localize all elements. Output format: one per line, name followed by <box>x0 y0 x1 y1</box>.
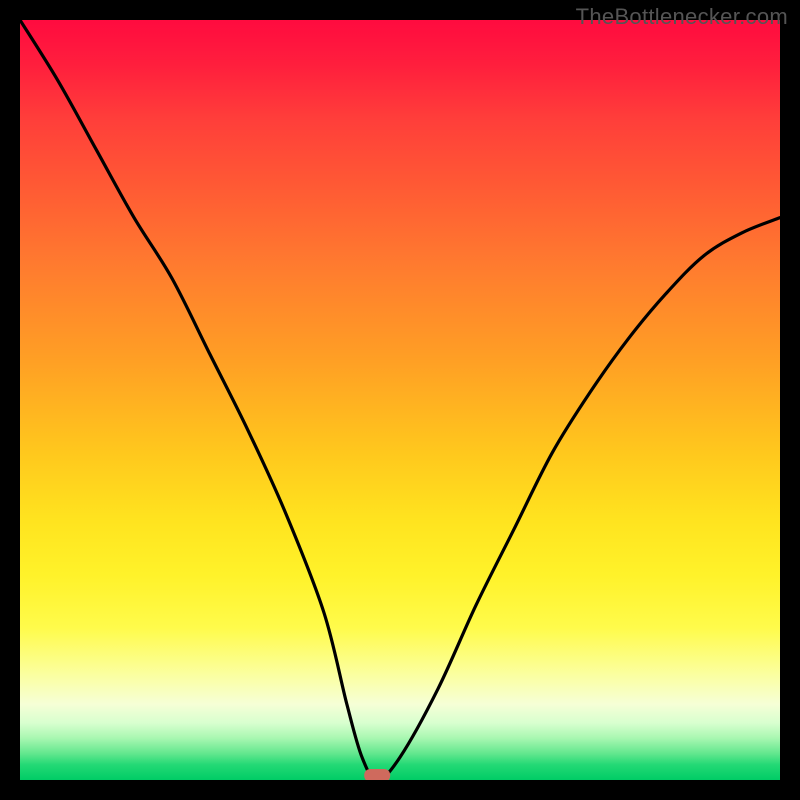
vertex-marker <box>364 769 390 780</box>
chart-frame: TheBottlenecker.com <box>0 0 800 800</box>
watermark-text: TheBottlenecker.com <box>576 4 788 30</box>
plot-area <box>20 20 780 780</box>
curve-line <box>20 20 780 780</box>
bottleneck-curve <box>20 20 780 780</box>
